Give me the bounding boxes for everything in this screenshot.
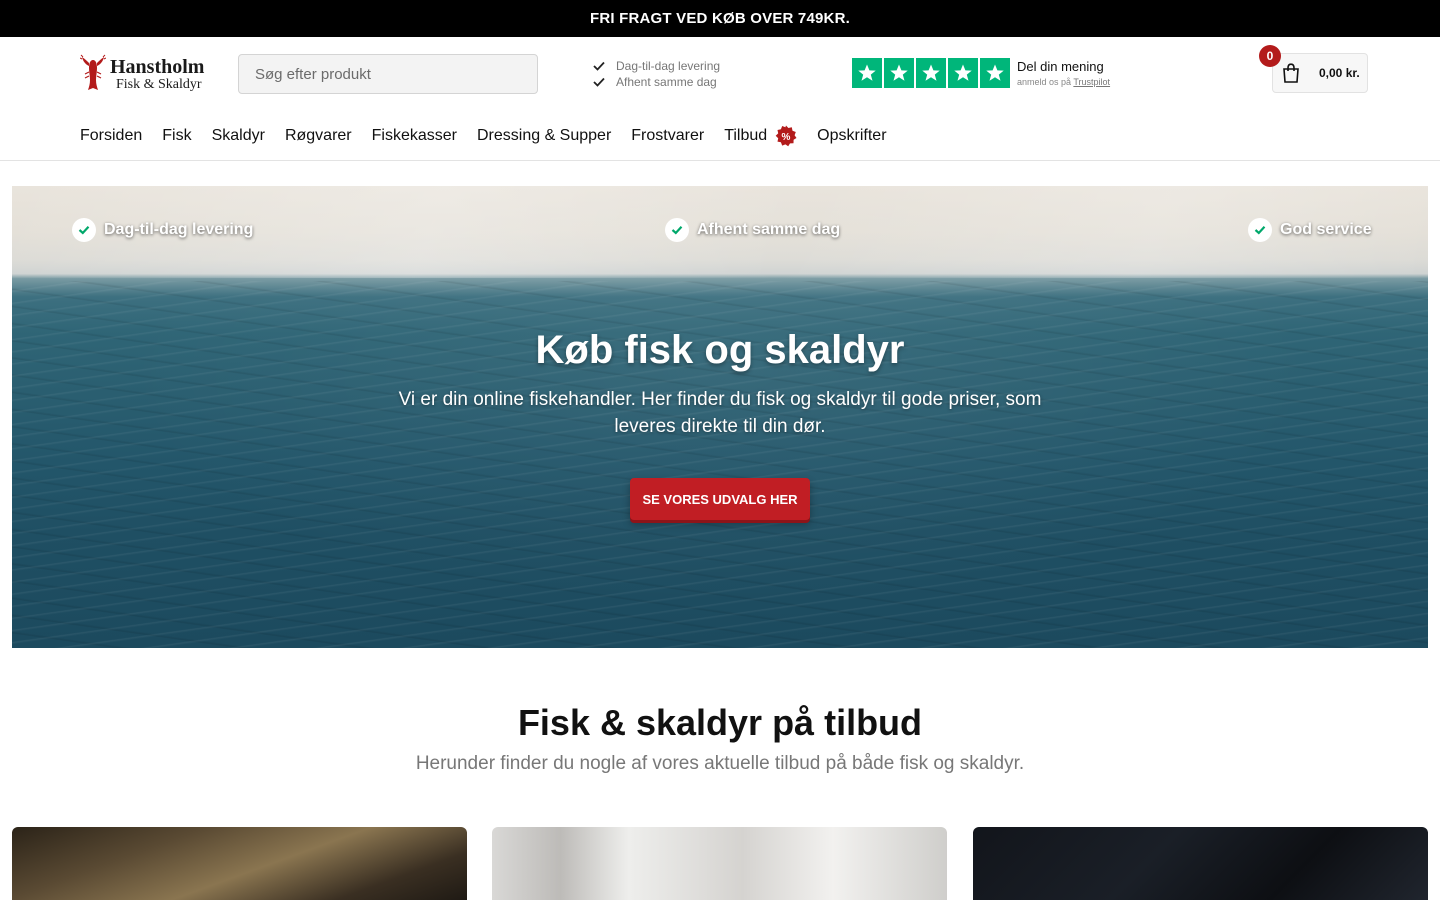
nav-item-rogvarer[interactable]: Røgvarer xyxy=(285,127,352,145)
star-icon xyxy=(948,58,978,88)
check-circle-icon xyxy=(665,218,689,242)
main-nav: Forsiden Fisk Skaldyr Røgvarer Fiskekass… xyxy=(80,125,907,147)
logo-name: Hanstholm xyxy=(110,55,205,78)
nav-item-forsiden[interactable]: Forsiden xyxy=(80,127,142,145)
usp-label: Afhent samme dag xyxy=(616,75,717,89)
nav-item-opskrifter[interactable]: Opskrifter xyxy=(817,127,886,145)
nav-item-skaldyr[interactable]: Skaldyr xyxy=(212,127,265,145)
usp-item: Afhent samme dag xyxy=(592,74,720,90)
hero-usp-item: God service xyxy=(1248,218,1372,242)
shopping-bag-icon xyxy=(1283,63,1299,83)
checkmark-icon xyxy=(593,61,605,71)
check-circle-icon xyxy=(1248,218,1272,242)
star-icon xyxy=(916,58,946,88)
hero-usp-label: God service xyxy=(1280,221,1372,238)
logo-tagline: Fisk & Skaldyr xyxy=(116,76,202,92)
hero-title: Køb fisk og skaldyr xyxy=(535,328,905,372)
usp-item: Dag-til-dag levering xyxy=(592,58,720,74)
nav-item-fisk[interactable]: Fisk xyxy=(162,127,191,145)
see-selection-button[interactable]: SE VORES UDVALG HER xyxy=(630,478,810,520)
hero-banner: Dag-til-dag levering Afhent samme dag Go… xyxy=(12,186,1428,648)
trustpilot-subtext: anmeld os på Trustpilot xyxy=(1017,77,1110,87)
search-input[interactable] xyxy=(238,54,538,94)
nav-item-frostvarer[interactable]: Frostvarer xyxy=(631,127,704,145)
offer-card-image[interactable] xyxy=(12,827,467,900)
hero-usp-label: Afhent samme dag xyxy=(697,221,841,238)
nav-item-tilbud-label: Tilbud xyxy=(724,127,768,144)
site-header: Hanstholm Fisk & Skaldyr Dag-til-dag lev… xyxy=(0,37,1440,161)
logo[interactable]: Hanstholm Fisk & Skaldyr xyxy=(80,53,220,95)
trustpilot-stars xyxy=(852,58,1010,88)
offers-subtitle: Herunder finder du nogle af vores aktuel… xyxy=(415,753,1025,774)
check-circle-icon xyxy=(72,218,96,242)
hero-subtitle: Vi er din online fiskehandler. Her finde… xyxy=(398,389,1042,437)
usp-label: Dag-til-dag levering xyxy=(616,59,721,73)
offer-card-image[interactable] xyxy=(973,827,1428,900)
header-usp-list: Dag-til-dag levering Afhent samme dag xyxy=(592,58,720,90)
free-shipping-banner: FRI FRAGT VED KØB OVER 749KR. xyxy=(0,0,1440,37)
star-icon xyxy=(852,58,882,88)
offer-card-image[interactable] xyxy=(492,827,947,900)
cart-total: 0,00 kr. xyxy=(1319,66,1360,80)
sale-badge-icon: % xyxy=(775,125,797,147)
lobster-icon xyxy=(80,54,106,90)
hero-usp-item: Dag-til-dag levering xyxy=(72,218,253,242)
hero-usp-label: Dag-til-dag levering xyxy=(104,221,254,238)
trustpilot-widget[interactable]: Del din mening anmeld os på Trustpilot xyxy=(852,58,1110,88)
trustpilot-title: Del din mening xyxy=(1017,59,1104,74)
cart-button[interactable]: 0,00 kr. xyxy=(1272,53,1368,93)
nav-item-dressing-supper[interactable]: Dressing & Supper xyxy=(477,127,611,145)
free-shipping-text: FRI FRAGT VED KØB OVER 749KR. xyxy=(589,10,850,27)
checkmark-icon xyxy=(593,77,605,87)
sale-badge-text: % xyxy=(782,132,791,143)
nav-item-tilbud[interactable]: Tilbud % xyxy=(724,125,797,147)
cart-count-badge: 0 xyxy=(1259,45,1281,67)
star-icon xyxy=(884,58,914,88)
hero-usp-item: Afhent samme dag xyxy=(665,218,840,242)
nav-item-fiskekasser[interactable]: Fiskekasser xyxy=(372,127,457,145)
star-icon xyxy=(980,58,1010,88)
trustpilot-link[interactable]: Trustpilot xyxy=(1073,77,1110,87)
offers-title: Fisk & skaldyr på tilbud xyxy=(517,702,923,743)
trustpilot-sub-prefix: anmeld os på xyxy=(1017,77,1074,87)
